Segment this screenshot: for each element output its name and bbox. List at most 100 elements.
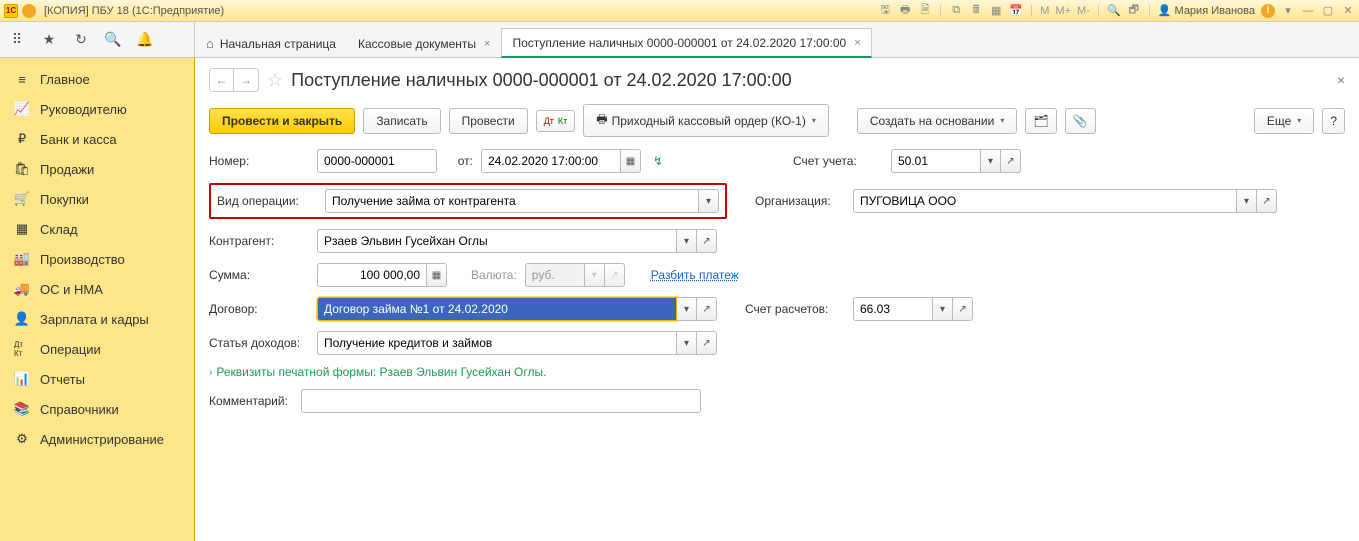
mem-m[interactable]: M	[1040, 5, 1049, 17]
sidebar-item-reports[interactable]: 📊Отчеты	[0, 364, 194, 394]
page-close-icon[interactable]: ×	[1337, 72, 1345, 88]
info-icon[interactable]: i	[1261, 4, 1275, 18]
sidebar-item-purchases[interactable]: 🛒Покупки	[0, 184, 194, 214]
comment-field[interactable]	[301, 389, 701, 413]
sidebar-item-label: Склад	[40, 222, 78, 237]
person-icon: 👤	[14, 311, 30, 327]
open-ref-icon[interactable]: ↗	[1257, 189, 1277, 213]
post-button[interactable]: Провести	[449, 108, 528, 134]
comment-label: Комментарий:	[209, 394, 293, 408]
print-icon[interactable]: 🖶	[898, 4, 912, 18]
attach-button[interactable]: 📎	[1065, 108, 1096, 134]
sidebar-item-main[interactable]: ≡Главное	[0, 64, 194, 94]
income-field[interactable]	[317, 331, 677, 355]
user-badge[interactable]: 👤 Мария Иванова	[1158, 4, 1255, 17]
dropdown-icon[interactable]: ▾	[981, 149, 1001, 173]
close-icon[interactable]: ✕	[1341, 4, 1355, 18]
dropdown-icon[interactable]: ▾	[699, 189, 719, 213]
tab-label: Кассовые документы	[358, 37, 476, 51]
sidebar-item-label: Продажи	[40, 162, 94, 177]
open-ref-icon[interactable]: ↗	[1001, 149, 1021, 173]
dropdown-icon[interactable]: ▾	[1281, 4, 1295, 18]
sidebar-item-payroll[interactable]: 👤Зарплата и кадры	[0, 304, 194, 334]
table-icon[interactable]: ▦	[989, 4, 1003, 18]
dropdown-icon[interactable]: ▾	[1237, 189, 1257, 213]
split-payment-link[interactable]: Разбить платеж	[651, 268, 739, 282]
org-field[interactable]	[853, 189, 1237, 213]
search-icon[interactable]: 🔍	[104, 31, 122, 49]
post-and-close-button[interactable]: Провести и закрыть	[209, 108, 355, 134]
sidebar-item-dictionaries[interactable]: 📚Справочники	[0, 394, 194, 424]
currency-field	[525, 263, 585, 287]
structure-button[interactable]: 🗂	[1025, 108, 1056, 134]
date-field[interactable]	[481, 149, 621, 173]
org-label: Организация:	[755, 194, 845, 208]
open-ref-icon: ↗	[605, 263, 625, 287]
create-based-button[interactable]: Создать на основании▾	[857, 108, 1018, 134]
tab-close-icon[interactable]: ×	[854, 37, 860, 49]
tab-home[interactable]: ⌂ Начальная страница	[195, 28, 347, 58]
maximize-icon[interactable]: ▢	[1321, 4, 1335, 18]
number-field[interactable]	[317, 149, 437, 173]
compare-icon[interactable]: ⧉	[949, 4, 963, 18]
calendar-icon[interactable]: 📅	[1009, 4, 1023, 18]
open-ref-icon[interactable]: ↗	[697, 229, 717, 253]
open-ref-icon[interactable]: ↗	[697, 331, 717, 355]
window-titlebar: 1С [КОПИЯ] ПБУ 18 (1С:Предприятие) 🖫 🖶 🗎…	[0, 0, 1359, 22]
dropdown-icon[interactable]: ▾	[677, 331, 697, 355]
calendar-picker-icon[interactable]: ▦	[621, 149, 641, 173]
nav-buttons: ← →	[209, 68, 259, 92]
sidebar-item-operations[interactable]: Дт КтОперации	[0, 334, 194, 364]
sidebar-item-assets[interactable]: 🚚ОС и НМА	[0, 274, 194, 304]
tab-close-icon[interactable]: ×	[484, 38, 490, 50]
entries-button[interactable]: ДтКт	[536, 110, 576, 132]
save-disk-icon[interactable]: 🖫	[878, 4, 892, 18]
windows-icon[interactable]: 🗗	[1127, 4, 1141, 18]
mem-mminus[interactable]: M-	[1077, 5, 1090, 17]
tab-cash-docs[interactable]: Кассовые документы ×	[347, 28, 502, 58]
tab-label: Поступление наличных 0000-000001 от 24.0…	[512, 36, 846, 50]
minimize-icon[interactable]: —	[1301, 4, 1315, 18]
help-button[interactable]: ?	[1322, 108, 1345, 134]
sidebar-item-bank[interactable]: ₽Банк и касса	[0, 124, 194, 154]
printer-icon: 🖶	[596, 110, 607, 131]
print-order-button[interactable]: 🖶Приходный кассовый ордер (КО-1)▾	[583, 104, 829, 137]
write-button[interactable]: Записать	[363, 108, 440, 134]
favorite-star-icon[interactable]: ☆	[267, 70, 283, 91]
currency-label: Валюта:	[471, 268, 517, 282]
app-menu-icon[interactable]: ⠿	[8, 31, 26, 49]
back-button[interactable]: ←	[210, 69, 234, 91]
settle-field[interactable]	[853, 297, 933, 321]
open-ref-icon[interactable]: ↗	[697, 297, 717, 321]
sidebar-item-warehouse[interactable]: ▦Склад	[0, 214, 194, 244]
doc-icon[interactable]: 🗎	[918, 4, 932, 18]
calculator-icon[interactable]: ▦	[427, 263, 447, 287]
star-icon[interactable]: ★	[40, 31, 58, 49]
sidebar-item-production[interactable]: 🏭Производство	[0, 244, 194, 274]
topbar: ⠿ ★ ↻ 🔍 🔔 ⌂ Начальная страница Кассовые …	[0, 22, 1359, 58]
optype-label: Вид операции:	[217, 194, 317, 208]
zoom-icon[interactable]: 🔍	[1107, 4, 1121, 18]
contract-field[interactable]	[317, 297, 677, 321]
optype-field[interactable]	[325, 189, 699, 213]
dropdown-icon[interactable]: ▾	[933, 297, 953, 321]
history-icon[interactable]: ↻	[72, 31, 90, 49]
more-button[interactable]: Еще▾	[1254, 108, 1314, 134]
tool-icon[interactable]: 🖩	[969, 4, 983, 18]
forward-button[interactable]: →	[234, 69, 258, 91]
tab-cash-receipt[interactable]: Поступление наличных 0000-000001 от 24.0…	[501, 28, 871, 58]
print-requisites-toggle[interactable]: › Реквизиты печатной формы: Рзаев Эльвин…	[209, 365, 546, 379]
mem-mplus[interactable]: M+	[1055, 5, 1071, 17]
dropdown-icon: ▾	[585, 263, 605, 287]
bell-icon[interactable]: 🔔	[136, 31, 154, 49]
sidebar-item-admin[interactable]: ⚙Администрирование	[0, 424, 194, 454]
main-content: ← → ☆ Поступление наличных 0000-000001 о…	[195, 58, 1359, 541]
sidebar-item-director[interactable]: 📈Руководителю	[0, 94, 194, 124]
dropdown-icon[interactable]: ▾	[677, 297, 697, 321]
dropdown-icon[interactable]: ▾	[677, 229, 697, 253]
open-ref-icon[interactable]: ↗	[953, 297, 973, 321]
sidebar-item-sales[interactable]: 🛍Продажи	[0, 154, 194, 184]
sum-field[interactable]	[317, 263, 427, 287]
counterparty-field[interactable]	[317, 229, 677, 253]
account-field[interactable]	[891, 149, 981, 173]
